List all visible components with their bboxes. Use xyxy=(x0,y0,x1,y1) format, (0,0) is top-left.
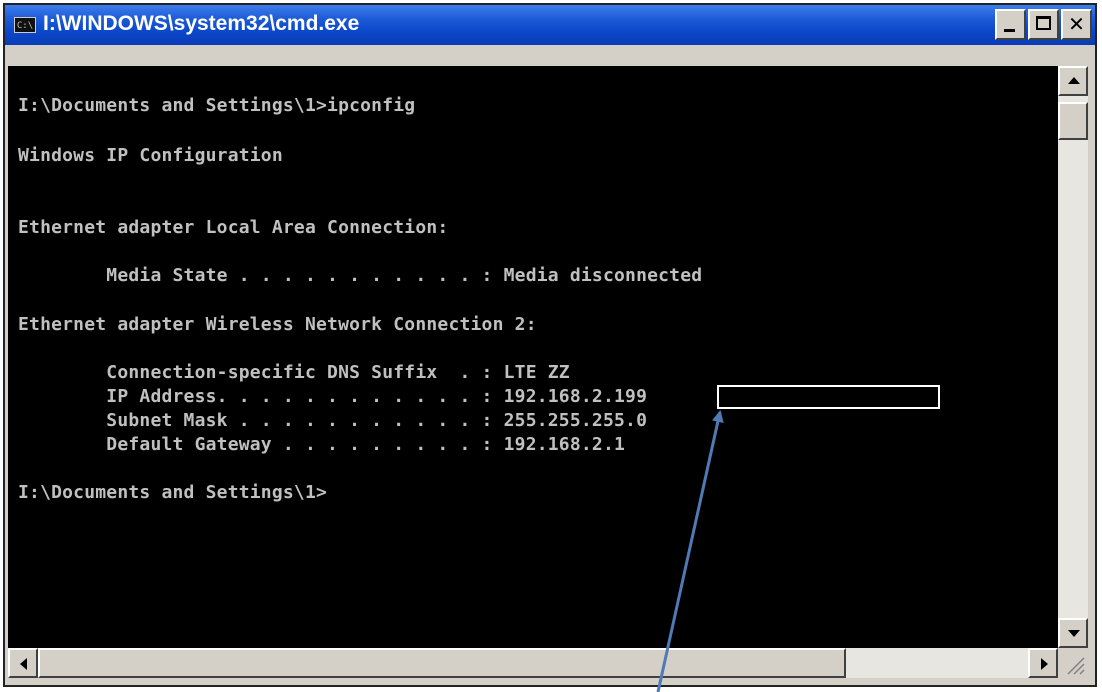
annotation-arrow xyxy=(656,410,724,692)
